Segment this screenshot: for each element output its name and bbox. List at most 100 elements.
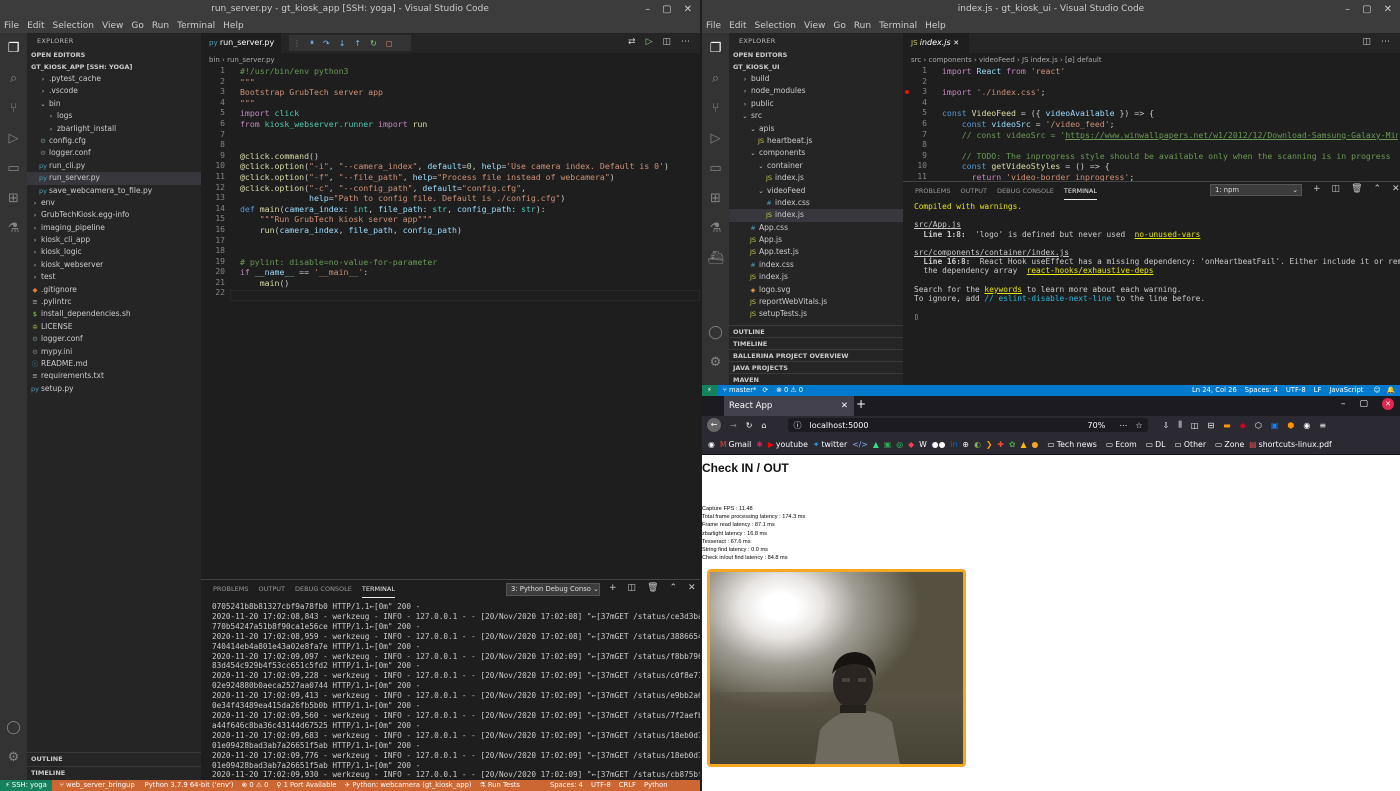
menu-file[interactable]: File [4, 19, 19, 33]
extension-icon[interactable]: ⬢ [1287, 421, 1294, 430]
home-icon[interactable]: ⌂ [761, 421, 766, 430]
trash-icon[interactable]: 🗑 [647, 583, 658, 593]
sidebar-section-java-projects[interactable]: JAVA PROJECTS [729, 361, 903, 373]
folder-item[interactable]: › .pytest_cache [27, 73, 201, 85]
minimize-icon[interactable]: – [1341, 399, 1346, 409]
menu-run[interactable]: Run [152, 19, 169, 33]
maximize-icon[interactable]: ▢ [662, 0, 671, 19]
sidebar-section-maven[interactable]: MAVEN [729, 373, 903, 385]
menu-hamburger-icon[interactable]: ≡ [1319, 421, 1326, 430]
remote-indicator-icon[interactable]: ⚡ [702, 385, 717, 396]
feedback-icon[interactable]: ☺ [1363, 385, 1386, 396]
stop-icon[interactable]: ◻ [386, 39, 393, 48]
folder-item[interactable]: ⌄ bin [27, 98, 201, 110]
menu-selection[interactable]: Selection [53, 19, 94, 33]
encoding[interactable]: UTF-8 [1278, 385, 1306, 396]
file-item[interactable]: JS heartbeat.js [729, 135, 903, 147]
javascript-code[interactable]: import React from 'react' import './inde… [942, 66, 1398, 181]
sidebar-section-outline[interactable]: OUTLINE [729, 325, 903, 337]
bookmark-item[interactable]: ✚ [997, 440, 1004, 449]
file-item[interactable]: # index.css [729, 197, 903, 209]
menu-go[interactable]: Go [833, 19, 845, 33]
menu-terminal[interactable]: Terminal [879, 19, 917, 33]
file-item[interactable]: JS App.test.js [729, 246, 903, 258]
new-tab-icon[interactable]: + [856, 397, 866, 411]
sidebar-icon[interactable]: ◫ [1191, 421, 1199, 430]
folder-item[interactable]: ⌄ videoFeed [729, 185, 903, 197]
run-tests[interactable]: ⚗ Run Tests [472, 780, 520, 791]
page-actions-icon[interactable]: ⋯ [1119, 421, 1127, 430]
files-icon[interactable]: ❐ [702, 33, 729, 63]
close-icon[interactable]: ✕ [1382, 398, 1394, 410]
extension-icon[interactable]: ▣ [1271, 421, 1279, 430]
step-over-icon[interactable]: ↷ [323, 39, 330, 48]
indent-spaces[interactable]: Spaces: 4 [520, 780, 583, 791]
folder-item[interactable]: ⌄ components [729, 147, 903, 159]
menu-edit[interactable]: Edit [729, 19, 746, 33]
minimize-icon[interactable]: – [645, 0, 650, 19]
files-icon[interactable]: ❐ [0, 33, 27, 63]
panel-tab-terminal[interactable]: TERMINAL [1063, 182, 1097, 200]
tab-index-js[interactable]: JS index.js ✕ [903, 33, 969, 53]
docker-icon[interactable]: ⛴ [702, 243, 729, 273]
panel-tab-problems[interactable]: PROBLEMS [213, 580, 248, 598]
file-item[interactable]: JS reportWebVitals.js [729, 296, 903, 308]
file-item[interactable]: JS index.js [729, 209, 903, 222]
folder-item[interactable]: › kiosk_logic [27, 246, 201, 258]
terminal-select[interactable]: 3: Python Debug Conso ⌄ [506, 583, 600, 596]
drag-handle-icon[interactable]: ⋮ [293, 39, 301, 48]
bookmark-item[interactable]: ▭ DL [1146, 440, 1166, 449]
maximize-panel-icon[interactable]: ⌃ [670, 583, 678, 593]
downloads-icon[interactable]: ⇩ [1162, 421, 1169, 430]
encoding[interactable]: UTF-8 [583, 780, 611, 791]
panel-tab-problems[interactable]: PROBLEMS [915, 182, 950, 200]
bookmark-item[interactable]: ✱ [756, 440, 763, 449]
folder-item[interactable]: › logs [27, 110, 201, 122]
source-control-icon[interactable]: ⑂ [0, 93, 27, 123]
bookmark-item[interactable]: ◆ [908, 440, 914, 449]
panel-tab-output[interactable]: OUTPUT [960, 182, 987, 200]
account-icon[interactable]: ◯ [0, 712, 27, 742]
bookmark-item[interactable]: ◉ [708, 440, 715, 449]
file-item[interactable]: ◈ logo.svg [729, 284, 903, 296]
split-terminal-icon[interactable]: ◫ [628, 583, 637, 593]
split-editor-icon[interactable]: ◫ [662, 37, 671, 47]
library-icon[interactable]: ⫼ [1178, 420, 1182, 430]
file-item[interactable]: ⚙ logger.conf [27, 147, 201, 159]
bookmark-item[interactable]: ◎ [896, 440, 903, 449]
pause-icon[interactable]: ⏸ [310, 38, 314, 48]
run-debug-icon[interactable]: ▷ [0, 123, 27, 153]
file-item[interactable]: JS index.js [729, 271, 903, 283]
ports-available[interactable]: ⚲ 1 Port Available [268, 780, 336, 791]
folder-item[interactable]: ⌄ apis [729, 123, 903, 135]
python-code[interactable]: #!/usr/bin/env python3 """ Bootstrap Gru… [240, 66, 696, 288]
folder-item[interactable]: › public [729, 98, 903, 110]
bookmark-star-icon[interactable]: ☆ [1135, 421, 1142, 430]
folder-item[interactable]: › node_modules [729, 85, 903, 97]
file-item[interactable]: # index.css [729, 259, 903, 271]
zoom-level[interactable]: 70% [1088, 421, 1106, 430]
bookmark-item[interactable]: </> [852, 440, 868, 449]
file-item[interactable]: JS index.js [729, 172, 903, 184]
maximize-icon[interactable]: ▢ [1362, 0, 1371, 19]
bookmark-item[interactable]: ▣ [884, 440, 891, 449]
file-item[interactable]: ⚙ config.cfg [27, 135, 201, 147]
split-terminal-icon[interactable]: ◫ [1332, 184, 1341, 194]
menu-go[interactable]: Go [131, 19, 143, 33]
new-terminal-icon[interactable]: + [609, 583, 617, 593]
url-text[interactable]: localhost:5000 [809, 421, 868, 430]
bookmark-item[interactable]: ▭ Other [1175, 440, 1207, 449]
menu-help[interactable]: Help [925, 19, 946, 33]
folder-item[interactable]: › .vscode [27, 85, 201, 97]
open-editors-section[interactable]: OPEN EDITORS [729, 49, 903, 61]
file-item[interactable]: ⚙ mypy.ini [27, 346, 201, 358]
file-item[interactable]: py setup.py [27, 383, 201, 395]
menu-selection[interactable]: Selection [755, 19, 796, 33]
project-section[interactable]: GT_KIOSK_UI [729, 61, 903, 73]
breadcrumb[interactable]: src › components › videoFeed › JS index.… [911, 54, 1102, 66]
search-icon[interactable]: ⌕ [0, 63, 27, 93]
minimize-icon[interactable]: – [1345, 0, 1350, 19]
project-section[interactable]: GT_KIOSK_APP [SSH: YOGA] [27, 61, 201, 73]
maximize-icon[interactable]: ▢ [1359, 399, 1368, 409]
folder-item[interactable]: ⌄ src [729, 110, 903, 122]
